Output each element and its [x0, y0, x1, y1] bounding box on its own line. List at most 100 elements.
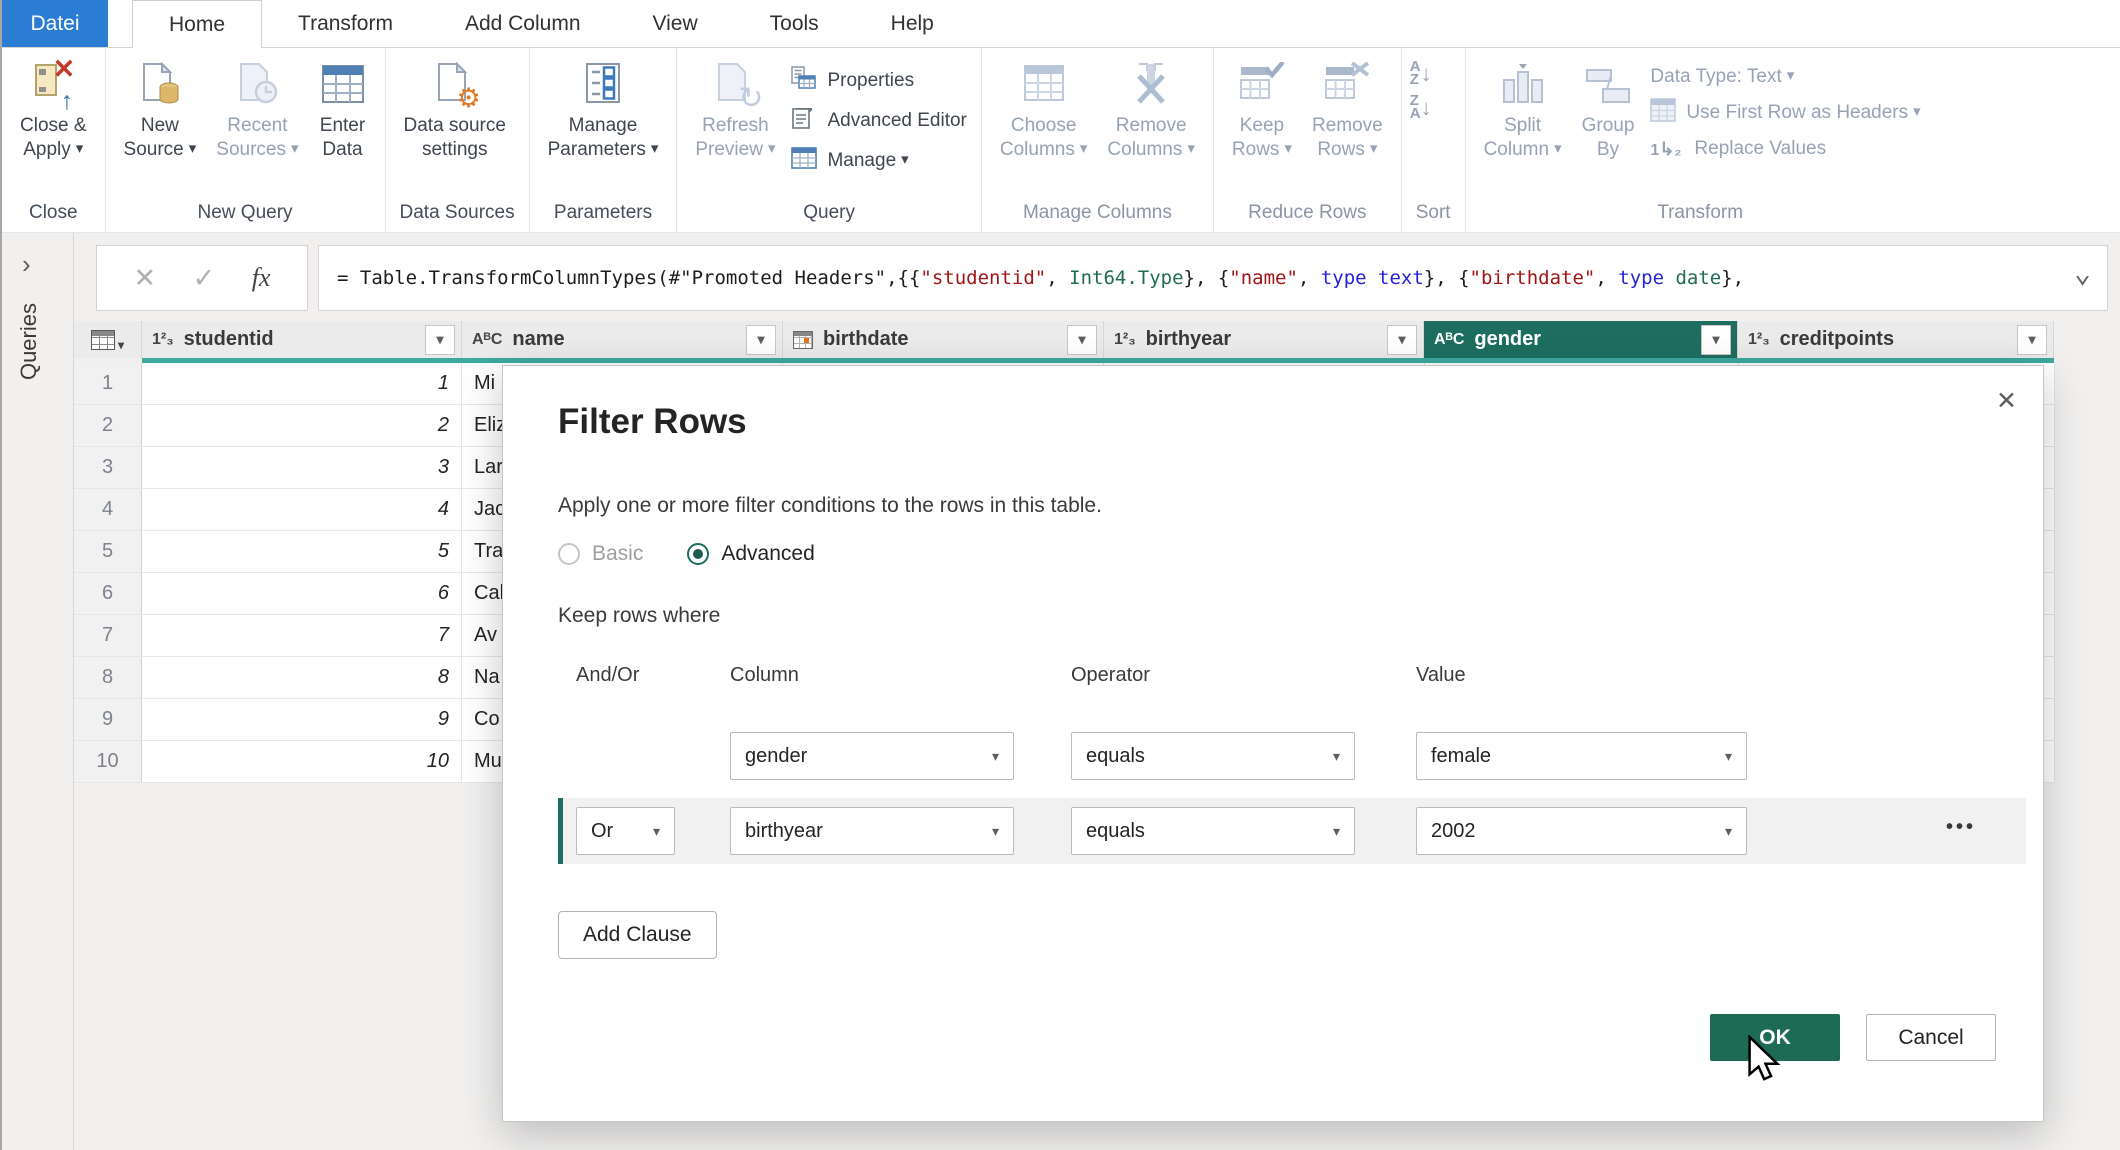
number-type-icon: 1²₃ [1748, 331, 1770, 349]
properties-button[interactable]: Properties [791, 66, 966, 96]
group-label-transform: Transform [1474, 202, 1927, 230]
text-type-icon: AᴮC [472, 331, 502, 349]
refresh-preview-button[interactable]: ↻ RefreshPreview [685, 56, 785, 169]
group-by-button[interactable]: GroupBy [1572, 56, 1645, 168]
ribbon-group-query: ↻ RefreshPreview Properties Advanced Edi… [677, 48, 982, 232]
radio-on-icon [687, 543, 709, 565]
remove-columns-icon [1127, 62, 1175, 106]
use-first-row-as-headers-button[interactable]: Use First Row as Headers [1650, 98, 1920, 128]
sort-descending-button[interactable]: ZA↓ [1410, 94, 1432, 120]
choose-columns-button[interactable]: ChooseColumns [990, 56, 1098, 169]
advanced-editor-icon [791, 106, 817, 136]
filter-dropdown-icon[interactable] [1701, 325, 1731, 355]
andor-dropdown[interactable]: Or [576, 807, 675, 855]
group-label-close: Close [10, 202, 97, 230]
filter-dropdown-icon[interactable] [1387, 325, 1417, 355]
operator-dropdown[interactable]: equals [1071, 732, 1355, 780]
operator-column-label: Operator [1071, 664, 1150, 687]
select-all-corner-button[interactable] [74, 321, 142, 358]
keep-rows-label: Keep rows where [558, 604, 720, 628]
data-source-settings-button[interactable]: ⚙ Data sourcesettings [394, 56, 516, 168]
manage-query-button[interactable]: Manage [791, 146, 966, 176]
split-column-button[interactable]: SplitColumn [1474, 56, 1572, 169]
commit-formula-icon[interactable]: ✓ [193, 263, 216, 294]
column-header-studentid[interactable]: 1²₃studentid [142, 321, 462, 358]
data-type-button[interactable]: Data Type: Text [1650, 66, 1920, 88]
formula-input[interactable]: = Table.TransformColumnTypes(#"Promoted … [318, 245, 2108, 311]
ribbon-group-sort: AZ↓ ZA↓ Sort [1402, 48, 1466, 232]
collapse-formula-icon[interactable]: ⌄ [2074, 256, 2091, 289]
file-menu-button[interactable]: Datei [2, 0, 108, 47]
radio-off-icon [558, 543, 580, 565]
clause-builder: And/Or Column Operator Value gender equa… [558, 658, 2026, 918]
clause-more-options-icon[interactable]: ••• [1946, 816, 1976, 839]
enter-data-icon [319, 62, 367, 106]
remove-columns-button[interactable]: RemoveColumns [1097, 56, 1205, 169]
andor-column-label: And/Or [576, 664, 639, 687]
first-row-headers-icon [1650, 98, 1676, 128]
basic-radio[interactable]: Basic [558, 542, 643, 566]
add-clause-button[interactable]: Add Clause [558, 911, 717, 959]
tab-view[interactable]: View [617, 0, 734, 47]
filter-rows-dialog: ✕ Filter Rows Apply one or more filter c… [502, 365, 2044, 1122]
remove-rows-icon [1323, 62, 1371, 106]
keep-rows-button[interactable]: KeepRows [1222, 56, 1302, 169]
tab-add-column[interactable]: Add Column [429, 0, 617, 47]
filter-dropdown-icon[interactable] [746, 325, 776, 355]
filter-dropdown-icon[interactable] [1067, 325, 1097, 355]
column-header-creditpoints[interactable]: 1²₃creditpoints [1738, 321, 2054, 358]
filter-dropdown-icon[interactable] [2017, 325, 2047, 355]
new-source-button[interactable]: NewSource [114, 56, 207, 169]
advanced-editor-button[interactable]: Advanced Editor [791, 106, 966, 136]
column-header-gender[interactable]: AᴮCgender [1424, 321, 1738, 358]
group-label-query: Query [685, 202, 973, 230]
advanced-radio[interactable]: Advanced [687, 542, 814, 566]
column-header-name[interactable]: AᴮCname [462, 321, 783, 358]
date-type-icon [793, 331, 813, 349]
recent-sources-icon [233, 62, 281, 106]
ribbon-group-parameters: ManageParameters Parameters [530, 48, 678, 232]
ribbon: ✕ ↑ Close &Apply Close NewSource [2, 48, 2120, 233]
close-and-apply-button[interactable]: ✕ ↑ Close &Apply [10, 56, 97, 169]
filter-dropdown-icon[interactable] [425, 325, 455, 355]
manage-parameters-button[interactable]: ManageParameters [538, 56, 669, 169]
tab-transform[interactable]: Transform [262, 0, 429, 47]
new-source-icon [136, 62, 184, 106]
formula-bar-buttons: ✕ ✓ fx [96, 245, 308, 311]
close-dialog-icon[interactable]: ✕ [1996, 386, 2017, 416]
replace-values-button[interactable]: 1↳₂ Replace Values [1650, 138, 1920, 160]
group-label-sort: Sort [1410, 202, 1457, 230]
enter-data-button[interactable]: EnterData [309, 56, 377, 168]
tab-home[interactable]: Home [132, 0, 262, 48]
cancel-button[interactable]: Cancel [1866, 1014, 1996, 1061]
queries-pane-collapsed: › Queries [2, 233, 74, 1150]
grid-header-row: 1²₃studentid AᴮCname birthdate 1²₃birthy… [74, 321, 2054, 358]
number-type-icon: 1²₃ [152, 331, 174, 349]
ribbon-group-data-sources: ⚙ Data sourcesettings Data Sources [386, 48, 530, 232]
properties-icon [791, 66, 817, 96]
value-dropdown[interactable]: 2002 [1416, 807, 1747, 855]
expand-queries-pane-icon[interactable]: › [22, 249, 31, 280]
filter-mode-radios: Basic Advanced [558, 542, 815, 566]
recent-sources-button[interactable]: RecentSources [206, 56, 308, 169]
column-header-birthdate[interactable]: birthdate [783, 321, 1104, 358]
operator-dropdown[interactable]: equals [1071, 807, 1355, 855]
value-column-label: Value [1416, 664, 1466, 687]
choose-columns-icon [1020, 62, 1068, 106]
remove-rows-button[interactable]: RemoveRows [1302, 56, 1393, 169]
queries-pane-label[interactable]: Queries [16, 303, 42, 380]
column-dropdown[interactable]: gender [730, 732, 1014, 780]
text-type-icon: AᴮC [1434, 331, 1464, 349]
menu-bar: Datei Home Transform Add Column View Too… [2, 0, 2120, 48]
manage-parameters-icon [579, 62, 627, 106]
value-dropdown[interactable]: female [1416, 732, 1747, 780]
ribbon-group-close: ✕ ↑ Close &Apply Close [2, 48, 106, 232]
group-label-reduce-rows: Reduce Rows [1222, 202, 1393, 230]
cancel-formula-icon[interactable]: ✕ [133, 263, 156, 294]
column-dropdown[interactable]: birthyear [730, 807, 1014, 855]
tab-tools[interactable]: Tools [734, 0, 855, 47]
sort-ascending-button[interactable]: AZ↓ [1410, 60, 1432, 86]
tab-help[interactable]: Help [855, 0, 970, 47]
fx-icon: fx [252, 263, 271, 293]
column-header-birthyear[interactable]: 1²₃birthyear [1104, 321, 1424, 358]
